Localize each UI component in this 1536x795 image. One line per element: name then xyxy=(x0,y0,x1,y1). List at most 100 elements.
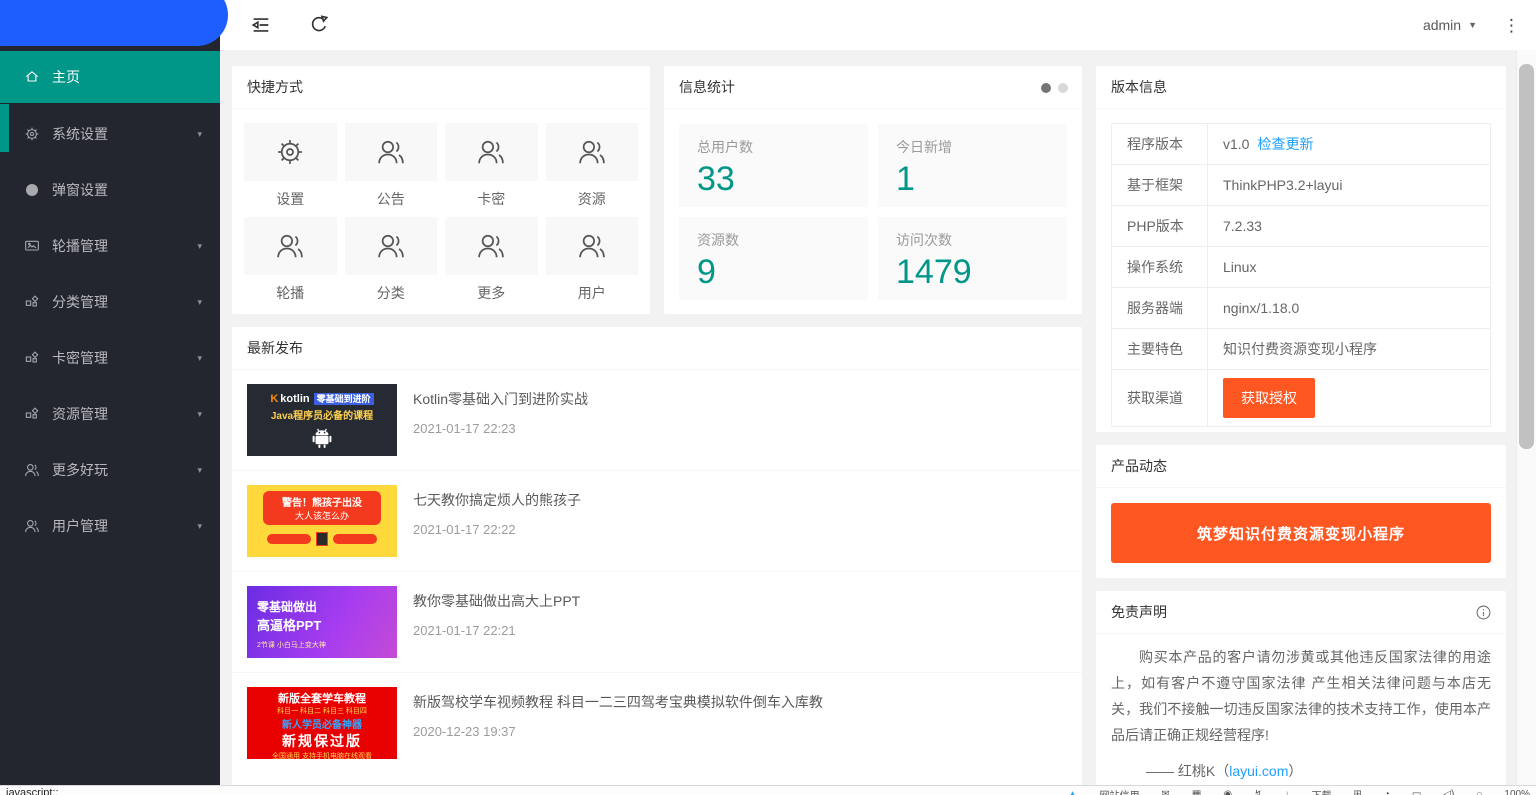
stat-value: 33 xyxy=(697,160,850,199)
list-item[interactable]: 警告！熊孩子出没 大人该怎么办 七天教你搞定烦人的熊孩子 2021-01-17 … xyxy=(232,471,1082,572)
stat-card-total-users: 总用户数 33 xyxy=(679,124,868,207)
thumbnail-kids: 警告！熊孩子出没 大人该怎么办 xyxy=(247,485,397,557)
shortcut-settings[interactable]: 设置 xyxy=(244,123,337,209)
table-row: 基于框架 ThinkPHP3.2+layui xyxy=(1112,165,1491,206)
refresh-icon[interactable] xyxy=(308,14,330,36)
sidebar-item-user-mgmt[interactable]: 用户管理 ▾ xyxy=(0,498,220,554)
carousel-dot[interactable] xyxy=(1058,83,1068,93)
list-item[interactable]: 新版全套学车教程 科目一 科目二 科目三 科目四 新人学员必备神器 新规保过版 … xyxy=(232,673,1082,773)
sidebar-scroll-indicator xyxy=(0,104,9,152)
row-value: Linux xyxy=(1208,247,1491,288)
row-label: 操作系统 xyxy=(1112,247,1208,288)
carousel-dot-active[interactable] xyxy=(1041,83,1051,93)
sidebar-item-more-fun[interactable]: 更多好玩 ▾ xyxy=(0,442,220,498)
logo-pill xyxy=(0,0,228,46)
shortcut-label: 卡密 xyxy=(445,189,538,209)
scrollbar-thumb[interactable] xyxy=(1519,64,1534,449)
download-arrow-icon[interactable]: ↓ xyxy=(1284,789,1289,795)
row-label: 获取渠道 xyxy=(1112,370,1208,427)
sidebar-item-system-settings[interactable]: 系统设置 ▾ xyxy=(0,106,220,162)
row-label: 主要特色 xyxy=(1112,329,1208,370)
sidebar-item-label: 弹窗设置 xyxy=(52,180,108,200)
sidebar-item-category-mgmt[interactable]: 分类管理 ▾ xyxy=(0,274,220,330)
user-menu[interactable]: admin ▼ xyxy=(1423,17,1477,33)
grid-icon[interactable]: ⊞ xyxy=(1353,789,1361,795)
topbar-left xyxy=(250,0,330,50)
item-title: 新版驾校学车视频教程 科目一二三四驾考宝典模拟软件倒车入库教 xyxy=(413,692,823,712)
row-label: 程序版本 xyxy=(1112,124,1208,165)
disclaimer-panel: 免责声明 购买本产品的客户请勿涉黄或其他违反国家法律的用途上，如有客户不遵守国家… xyxy=(1096,591,1506,785)
stat-label: 资源数 xyxy=(697,230,850,250)
window-icon[interactable]: ▭ xyxy=(1412,789,1421,795)
shortcut-label: 分类 xyxy=(345,283,438,303)
row-label: 基于框架 xyxy=(1112,165,1208,206)
friends-icon xyxy=(376,137,406,167)
shortcut-more[interactable]: 更多 xyxy=(445,217,538,303)
stat-label: 访问次数 xyxy=(896,230,1049,250)
friends-icon xyxy=(24,462,40,478)
sidebar-item-label: 资源管理 xyxy=(52,404,108,424)
stat-value: 1479 xyxy=(896,253,1049,292)
mail-icon[interactable]: ✉ xyxy=(1161,789,1169,795)
image-icon[interactable]: ▦ xyxy=(1192,789,1201,795)
carousel-dots xyxy=(1041,66,1068,109)
friends-icon xyxy=(476,231,506,261)
site-credit-label[interactable]: 网站信用 xyxy=(1099,787,1139,795)
search-icon[interactable]: ○ xyxy=(1476,789,1482,795)
shortcut-carousel[interactable]: 轮播 xyxy=(244,217,337,303)
get-authorization-button[interactable]: 获取授权 xyxy=(1223,378,1315,418)
row-value: 7.2.33 xyxy=(1208,206,1491,247)
panel-title: 版本信息 xyxy=(1096,66,1506,109)
friends-icon xyxy=(275,231,305,261)
shortcut-users[interactable]: 用户 xyxy=(546,217,639,303)
sidebar-item-home[interactable]: 主页 xyxy=(0,51,220,103)
browser-status-bar: javascript:; ▲ 网站信用 ✉ ▦ ◉ ↯ ↓ 下载 ⊞ ◔ ▭ ◁… xyxy=(0,785,1536,795)
chevron-down-icon: ▾ xyxy=(197,129,202,140)
android-robot-icon xyxy=(309,425,335,449)
disclaimer-attribution: —— 红桃K（layui.com） xyxy=(1111,759,1491,785)
shortcut-category[interactable]: 分类 xyxy=(345,217,438,303)
shortcut-cardkey[interactable]: 卡密 xyxy=(445,123,538,209)
thumbnail-kotlin: Kkotlin零基础到进阶 Java程序员必备的课程 xyxy=(247,384,397,456)
layui-link[interactable]: layui.com xyxy=(1229,763,1288,779)
friends-icon xyxy=(476,137,506,167)
flash-icon[interactable]: ↯ xyxy=(1254,789,1262,795)
more-kebab-icon[interactable]: ⋮ xyxy=(1503,17,1520,34)
item-title: 七天教你搞定烦人的熊孩子 xyxy=(413,490,581,510)
zoom-level[interactable]: 100% xyxy=(1504,789,1530,795)
sidebar-item-resource-mgmt[interactable]: 资源管理 ▾ xyxy=(0,386,220,442)
sidebar-item-cardkey-mgmt[interactable]: 卡密管理 ▾ xyxy=(0,330,220,386)
check-update-link[interactable]: 检查更新 xyxy=(1257,136,1313,152)
item-date: 2021-01-17 22:22 xyxy=(413,522,581,537)
panel-title: 免责声明 xyxy=(1096,591,1506,634)
speaker-icon[interactable]: ◁) xyxy=(1443,789,1454,795)
browser-logo-icon[interactable]: ▲ xyxy=(1068,789,1078,795)
clock-icon[interactable]: ◔ xyxy=(1384,789,1390,795)
collapse-menu-icon[interactable] xyxy=(250,14,272,36)
table-row: 获取渠道 获取授权 xyxy=(1112,370,1491,427)
status-link-preview: javascript:; xyxy=(6,787,59,795)
home-icon xyxy=(24,69,40,85)
friends-icon xyxy=(376,231,406,261)
page-scrollbar[interactable] xyxy=(1516,50,1536,785)
sidebar-item-label: 用户管理 xyxy=(52,516,108,536)
template-icon xyxy=(24,350,40,366)
list-item[interactable]: 零基础做出 高逼格PPT 2节课 小白马上变大神 教你零基础做出高大上PPT 2… xyxy=(232,572,1082,673)
shortcut-resources[interactable]: 资源 xyxy=(546,123,639,209)
sidebar-item-carousel-mgmt[interactable]: 轮播管理 ▾ xyxy=(0,218,220,274)
list-item[interactable]: Kkotlin零基础到进阶 Java程序员必备的课程 Kotlin零基础入门到进… xyxy=(232,370,1082,471)
item-date: 2021-01-17 22:23 xyxy=(413,421,588,436)
sidebar-item-popup-settings[interactable]: 弹窗设置 xyxy=(0,162,220,218)
carousel-icon xyxy=(24,238,40,254)
stat-label: 总用户数 xyxy=(697,137,850,157)
chevron-down-icon: ▾ xyxy=(197,521,202,532)
info-icon[interactable] xyxy=(1475,604,1492,621)
shortcuts-panel: 快捷方式 设置 公告 卡密 资源 xyxy=(232,66,650,314)
download-label[interactable]: 下载 xyxy=(1311,787,1331,795)
globe-icon[interactable]: ◉ xyxy=(1223,789,1232,795)
shortcut-label: 公告 xyxy=(345,189,438,209)
chevron-down-icon: ▾ xyxy=(197,297,202,308)
friends-icon xyxy=(577,137,607,167)
product-banner[interactable]: 筑梦知识付费资源变现小程序 xyxy=(1111,503,1491,563)
shortcut-announcement[interactable]: 公告 xyxy=(345,123,438,209)
